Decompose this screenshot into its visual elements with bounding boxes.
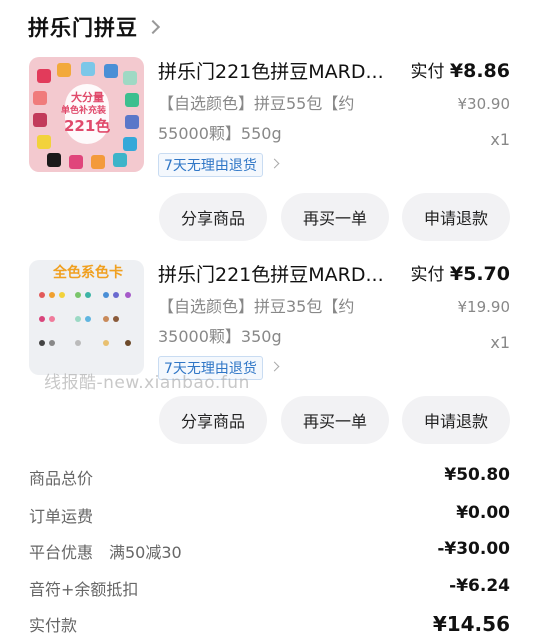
summary-label: 订单运费 <box>29 507 94 526</box>
product-title[interactable]: 拼乐门221色拼豆MARD... <box>158 57 403 84</box>
product-thumbnail[interactable]: 全色系色卡 <box>29 260 144 375</box>
summary-row-platform-discount: 平台优惠 满50减30 -¥30.00 <box>29 539 510 563</box>
paid-amount: ¥5.70 <box>449 263 510 285</box>
summary-row-goods-total: 商品总价 ¥50.80 <box>29 465 510 489</box>
summary-label: 平台优惠 满50减30 <box>29 543 182 562</box>
product-title[interactable]: 拼乐门221色拼豆MARD... <box>158 260 403 287</box>
chevron-right-icon <box>145 19 161 35</box>
summary-label: 实付款 <box>29 616 78 635</box>
store-name: 拼乐门拼豆 <box>28 16 138 40</box>
paid-price: 实付 ¥8.86 <box>410 57 510 82</box>
request-refund-button[interactable]: 申请退款 <box>402 193 510 241</box>
request-refund-button[interactable]: 申请退款 <box>402 396 510 444</box>
original-price: ¥30.90 <box>457 95 511 113</box>
quantity: x1 <box>490 333 510 352</box>
quantity: x1 <box>490 130 510 149</box>
summary-label: 商品总价 <box>29 469 94 488</box>
summary-value: ¥0.00 <box>456 503 510 523</box>
watermark: 线报酷-new.xianbao.fun <box>44 373 250 393</box>
summary-value: -¥30.00 <box>437 539 510 559</box>
paid-label: 实付 <box>410 265 445 285</box>
chevron-right-icon <box>269 158 280 169</box>
summary-value: -¥6.24 <box>449 576 510 596</box>
share-product-button[interactable]: 分享商品 <box>159 193 267 241</box>
store-header[interactable]: 拼乐门拼豆 <box>28 12 161 42</box>
thumb-text: 221色 <box>64 117 111 135</box>
product-spec: 55000颗】550g <box>158 124 282 143</box>
paid-amount: ¥8.86 <box>449 60 510 82</box>
product-spec: 【自选颜色】拼豆55包【约 <box>158 94 355 113</box>
summary-row-shipping: 订单运费 ¥0.00 <box>29 503 510 527</box>
paid-price: 实付 ¥5.70 <box>410 260 510 285</box>
summary-row-total-paid: 实付款 ¥14.56 <box>29 612 510 636</box>
product-spec: 35000颗】350g <box>158 327 282 346</box>
thumb-text: 全色系色卡 <box>53 265 123 281</box>
share-product-button[interactable]: 分享商品 <box>159 396 267 444</box>
summary-value: ¥14.56 <box>432 612 510 636</box>
buy-again-button[interactable]: 再买一单 <box>281 396 389 444</box>
summary-value: ¥50.80 <box>444 465 510 485</box>
buy-again-button[interactable]: 再买一单 <box>281 193 389 241</box>
original-price: ¥19.90 <box>457 298 511 316</box>
return-policy-badge[interactable]: 7天无理由退货 <box>158 153 263 177</box>
summary-label: 音符+余额抵扣 <box>29 580 139 599</box>
paid-label: 实付 <box>410 62 445 82</box>
summary-row-balance-deduction: 音符+余额抵扣 -¥6.24 <box>29 576 510 600</box>
chevron-right-icon <box>269 361 280 372</box>
product-spec: 【自选颜色】拼豆35包【约 <box>158 297 355 316</box>
product-thumbnail[interactable]: 大分量 单色补充装 221色 <box>29 57 144 172</box>
